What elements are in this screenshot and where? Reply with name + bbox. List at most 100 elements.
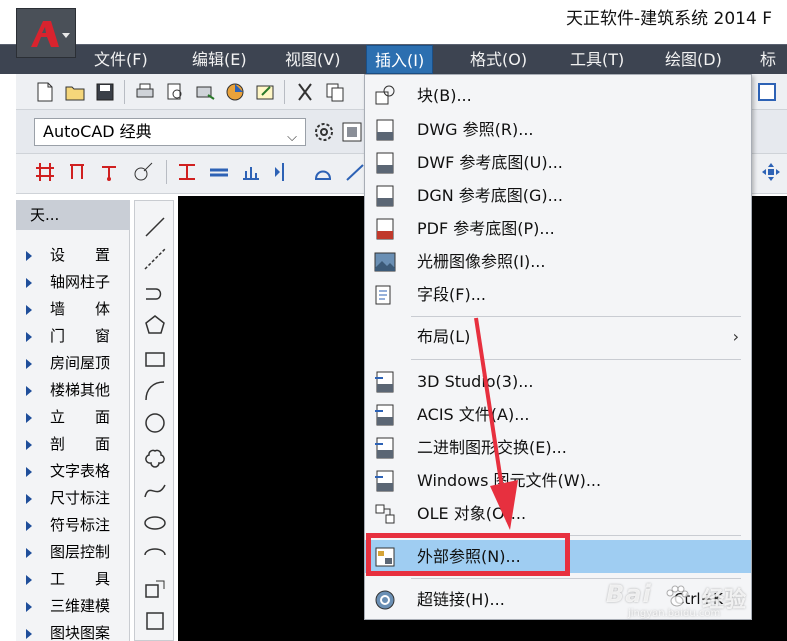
menu-item-dgn-underlay[interactable]: DGN 参考底图(G)... xyxy=(365,179,751,212)
mirror-tool-icon[interactable] xyxy=(272,161,294,183)
menu-item-dwf-underlay[interactable]: DWF 参考底图(U)... xyxy=(365,146,751,179)
panel-item-dimension[interactable]: 尺寸标注 xyxy=(16,485,130,512)
pdf-underlay-icon xyxy=(376,218,394,240)
panel-item-axis-column[interactable]: 轴网柱子 xyxy=(16,269,130,296)
menu-item-label: ACIS 文件(A)... xyxy=(417,405,530,424)
arc-tool-icon[interactable] xyxy=(312,161,334,183)
expand-triangle-icon xyxy=(26,440,32,450)
menu-item-block[interactable]: 块(B)... xyxy=(365,79,751,112)
application-menu-button[interactable] xyxy=(16,8,76,58)
menu-item-label: 二进制图形交换(E)... xyxy=(417,438,567,457)
panel-item-label: 尺寸标注 xyxy=(50,489,111,507)
revision-cloud-icon[interactable] xyxy=(143,445,167,469)
workspace-dropdown[interactable]: AutoCAD 经典 ⌵ xyxy=(34,118,306,146)
menu-separator xyxy=(411,359,741,360)
menu-format[interactable]: 格式(O) xyxy=(462,45,535,74)
wall-tool-icon[interactable] xyxy=(208,161,230,183)
dimension-tool-icon[interactable] xyxy=(176,161,198,183)
new-file-icon[interactable] xyxy=(34,81,56,103)
panel-item-label: 门 窗 xyxy=(50,327,111,345)
panel-item-room-roof[interactable]: 房间屋顶 xyxy=(16,350,130,377)
menu-item-label: OLE 对象(O)... xyxy=(417,504,527,523)
panel-item-tools[interactable]: 工 具 xyxy=(16,566,130,593)
panel-item-elevation[interactable]: 立 面 xyxy=(16,404,130,431)
construction-line-icon[interactable] xyxy=(143,247,167,271)
menu-view[interactable]: 视图(V) xyxy=(277,45,348,74)
expand-triangle-icon xyxy=(26,629,32,639)
3d-dwf-icon[interactable] xyxy=(224,81,246,103)
spline-icon[interactable] xyxy=(143,479,167,503)
menu-item-binary-dxb[interactable]: 二进制图形交换(E)... xyxy=(365,431,751,464)
menu-item-label: DWF 参考底图(U)... xyxy=(417,153,563,172)
print-icon[interactable] xyxy=(134,81,156,103)
panel-item-block-pattern[interactable]: 图块图案 xyxy=(16,620,130,641)
menu-draw[interactable]: 绘图(D) xyxy=(657,45,730,74)
panel-item-wall[interactable]: 墙 体 xyxy=(16,296,130,323)
expand-triangle-icon xyxy=(26,332,32,342)
tianzheng-screen-menu: 天... 设 置 轴网柱子 墙 体 门 窗 房间屋顶 楼梯其他 立 面 剖 面 … xyxy=(16,200,130,641)
menu-item-ole-object[interactable]: OLE 对象(O)... xyxy=(365,497,751,530)
column-icon[interactable] xyxy=(66,161,88,183)
circle-icon[interactable] xyxy=(143,411,167,435)
axis-grid-icon[interactable] xyxy=(34,161,56,183)
expand-triangle-icon xyxy=(26,359,32,369)
gear-icon[interactable] xyxy=(312,120,336,144)
acis-import-icon xyxy=(375,404,394,426)
menu-item-3d-studio[interactable]: 3D Studio(3)... xyxy=(365,365,751,398)
panel-item-symbol[interactable]: 符号标注 xyxy=(16,512,130,539)
dwg-reference-icon xyxy=(376,119,394,141)
menu-item-acis-file[interactable]: ACIS 文件(A)... xyxy=(365,398,751,431)
panel-item-text-table[interactable]: 文字表格 xyxy=(16,458,130,485)
expand-triangle-icon xyxy=(26,602,32,612)
rectangle-icon[interactable] xyxy=(143,347,167,371)
slope-tool-icon[interactable] xyxy=(344,161,366,183)
panel-item-label: 楼梯其他 xyxy=(50,381,111,399)
panel-item-layer-control[interactable]: 图层控制 xyxy=(16,539,130,566)
dwf-underlay-icon xyxy=(376,152,394,174)
ellipse-icon[interactable] xyxy=(143,511,167,535)
open-folder-icon[interactable] xyxy=(64,81,86,103)
menu-file[interactable]: 文件(F) xyxy=(86,45,156,74)
menu-insert[interactable]: 插入(I) xyxy=(366,45,434,74)
print-preview-icon[interactable] xyxy=(164,81,186,103)
menu-item-dwg-reference[interactable]: DWG 参照(R)... xyxy=(365,113,751,146)
axis-label-icon[interactable] xyxy=(98,161,120,183)
expand-triangle-icon xyxy=(26,305,32,315)
panel-item-3d-modeling[interactable]: 三维建模 xyxy=(16,593,130,620)
menu-item-label: 光栅图像参照(I)... xyxy=(417,252,546,271)
make-block-icon[interactable] xyxy=(143,609,167,633)
expand-triangle-icon xyxy=(26,548,32,558)
menu-dimension[interactable]: 标 xyxy=(752,45,784,74)
menu-item-pdf-underlay[interactable]: PDF 参考底图(P)... xyxy=(365,212,751,245)
arc-icon[interactable] xyxy=(143,379,167,403)
menu-edit[interactable]: 编辑(E) xyxy=(184,45,255,74)
properties-icon[interactable] xyxy=(756,81,778,103)
publish-icon[interactable] xyxy=(194,81,216,103)
sheet-set-icon[interactable] xyxy=(254,81,276,103)
workspace-grid-icon[interactable] xyxy=(340,120,364,144)
watermark-url: jingyan.baidu.com xyxy=(628,608,721,619)
polyline-icon[interactable] xyxy=(143,281,167,305)
snap-tool-icon[interactable] xyxy=(132,161,154,183)
copy-icon[interactable] xyxy=(324,81,346,103)
panel-item-section[interactable]: 剖 面 xyxy=(16,431,130,458)
menu-tools[interactable]: 工具(T) xyxy=(562,45,632,74)
menu-item-windows-metafile[interactable]: Windows 图元文件(W)... xyxy=(365,464,751,497)
elevation-tool-icon[interactable] xyxy=(240,161,262,183)
ellipse-arc-icon[interactable] xyxy=(143,543,167,567)
menu-item-raster-image[interactable]: 光栅图像参照(I)... xyxy=(365,245,751,278)
cut-icon[interactable] xyxy=(294,81,316,103)
menu-item-label: 字段(F)... xyxy=(417,285,486,304)
line-icon[interactable] xyxy=(143,215,167,239)
panel-item-door-window[interactable]: 门 窗 xyxy=(16,323,130,350)
insert-block-icon[interactable] xyxy=(143,577,167,601)
polygon-icon[interactable] xyxy=(143,313,167,337)
menu-item-field[interactable]: 字段(F)... xyxy=(365,278,751,311)
menu-item-layout[interactable]: 布局(L) › xyxy=(365,320,751,353)
panel-item-stairs-other[interactable]: 楼梯其他 xyxy=(16,377,130,404)
panel-item-settings[interactable]: 设 置 xyxy=(16,242,130,269)
menu-bar: 文件(F) 编辑(E) 视图(V) 插入(I) 格式(O) 工具(T) 绘图(D… xyxy=(0,44,787,74)
move-tool-icon[interactable] xyxy=(760,161,782,183)
save-icon[interactable] xyxy=(94,81,116,103)
expand-triangle-icon xyxy=(26,386,32,396)
